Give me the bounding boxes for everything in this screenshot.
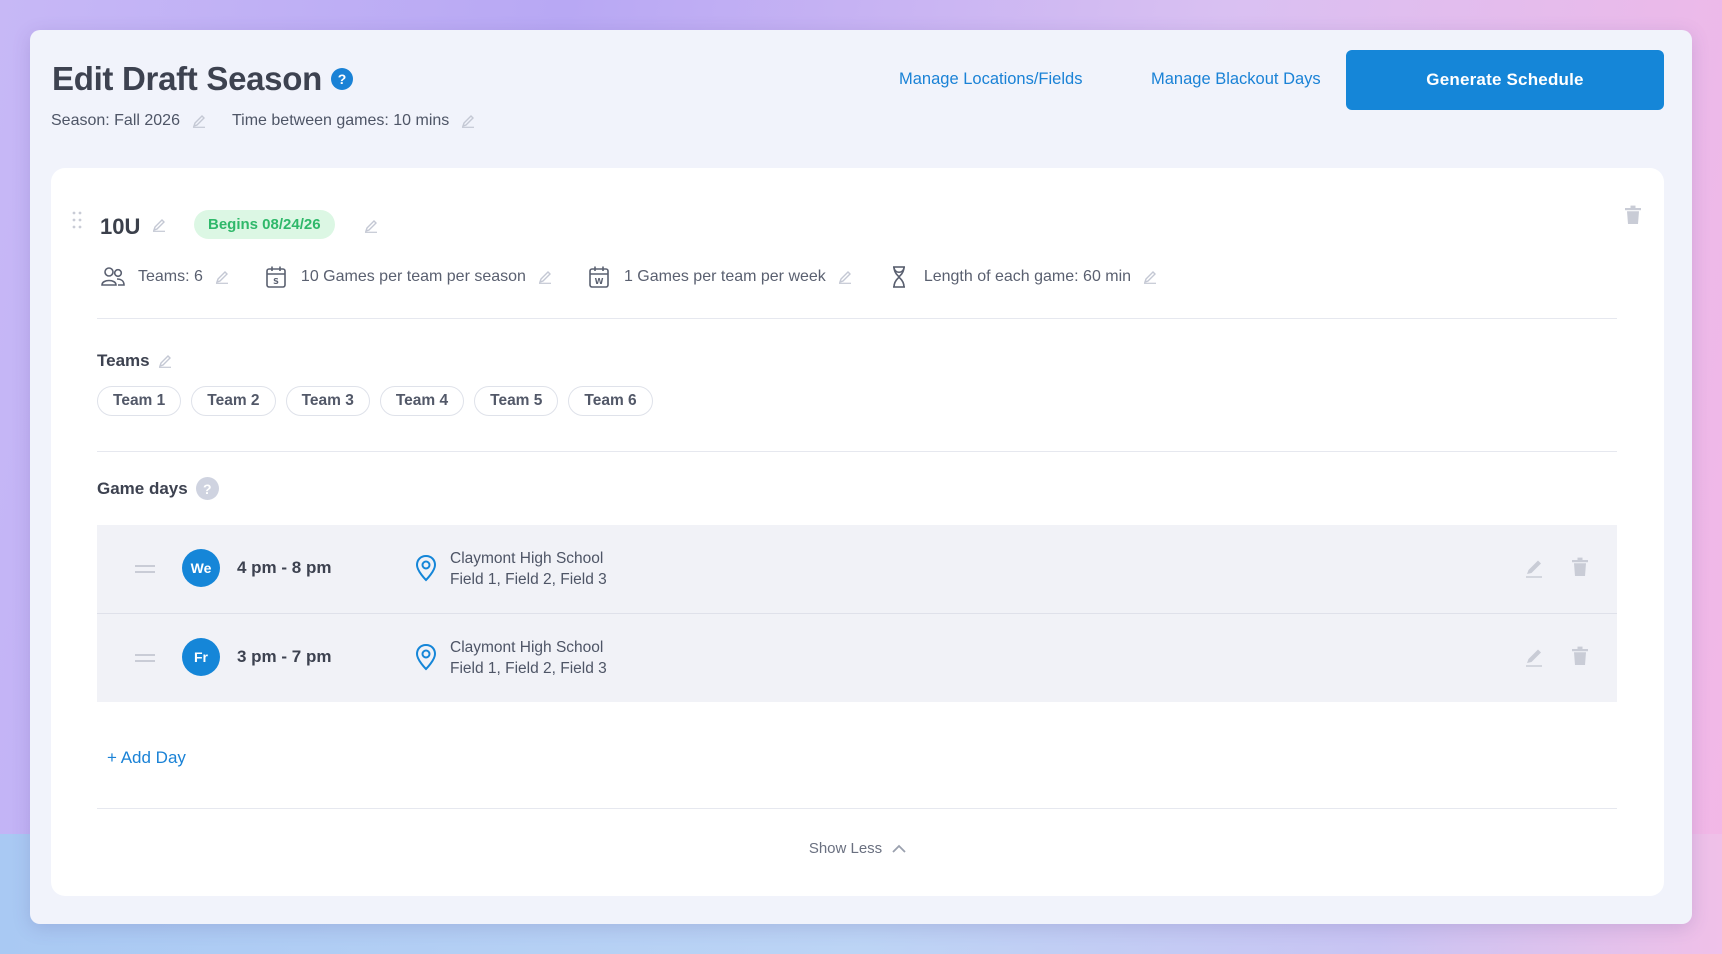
drag-handle-icon[interactable]: [135, 654, 155, 663]
team-chip[interactable]: Team 1: [97, 386, 182, 416]
game-length-stat: Length of each game: 60 min: [886, 264, 1157, 290]
show-less-toggle[interactable]: Show Less: [51, 840, 1664, 857]
calendar-season-icon: S: [263, 264, 289, 290]
game-days-help-icon[interactable]: ?: [195, 477, 219, 500]
divider: [97, 451, 1617, 452]
location-school: Claymont High School: [450, 550, 604, 567]
drag-handle-icon[interactable]: [135, 565, 155, 574]
teams-heading: Teams: [97, 351, 150, 370]
manage-locations-link[interactable]: Manage Locations/Fields: [899, 70, 1082, 89]
teams-count-label: Teams: 6: [138, 268, 203, 285]
team-chip[interactable]: Team 5: [474, 386, 559, 416]
svg-text:S: S: [273, 277, 279, 286]
delete-game-day-trash-icon[interactable]: [1571, 557, 1589, 577]
game-days-section-label: Game days ?: [97, 477, 219, 500]
generate-schedule-button[interactable]: Generate Schedule: [1346, 50, 1664, 110]
chevron-up-icon[interactable]: [892, 844, 906, 853]
game-length-label: Length of each game: 60 min: [923, 268, 1132, 285]
show-less-label[interactable]: Show Less: [809, 840, 882, 857]
edit-teams-count-pencil-icon[interactable]: [215, 270, 229, 284]
edit-game-day-pencil-icon[interactable]: [1524, 647, 1544, 667]
divider: [97, 318, 1617, 319]
game-day-row: We 4 pm - 8 pm Claymont High School Fiel…: [97, 525, 1617, 613]
time-between-label: Time between games: 10 mins: [231, 112, 450, 129]
team-chip[interactable]: Team 2: [191, 386, 276, 416]
day-of-week-badge: Fr: [182, 638, 220, 676]
begins-date-badge: Begins 08/24/26: [194, 210, 335, 239]
map-pin-icon: [415, 643, 437, 671]
games-per-season-stat: S 10 Games per team per season: [263, 264, 552, 290]
game-location: Claymont High School Field 1, Field 2, F…: [450, 637, 607, 679]
edit-division-pencil-icon[interactable]: [152, 218, 166, 232]
edit-season-window: Edit Draft Season ? Season: Fall 2026 Ti…: [30, 30, 1692, 924]
season-meta-row: Season: Fall 2026 Time between games: 10…: [51, 112, 475, 130]
calendar-week-icon: W: [586, 264, 612, 290]
teams-list: Team 1 Team 2 Team 3 Team 4 Team 5 Team …: [97, 386, 663, 416]
edit-season-pencil-icon[interactable]: [192, 114, 206, 128]
game-day-row: Fr 3 pm - 7 pm Claymont High School Fiel…: [97, 614, 1617, 702]
division-name: 10U: [100, 214, 141, 239]
game-time-range: 3 pm - 7 pm: [237, 647, 332, 666]
edit-time-between-pencil-icon[interactable]: [461, 114, 475, 128]
teams-count-stat: Teams: 6: [100, 264, 229, 290]
delete-game-day-trash-icon[interactable]: [1571, 646, 1589, 666]
location-fields: Field 1, Field 2, Field 3: [450, 571, 607, 588]
game-location: Claymont High School Field 1, Field 2, F…: [450, 548, 607, 590]
games-per-season-label: 10 Games per team per season: [300, 268, 526, 285]
teams-section-label: Teams: [97, 351, 172, 371]
location-school: Claymont High School: [450, 639, 604, 656]
title-row: Edit Draft Season ?: [52, 60, 353, 98]
season-label: Season: Fall 2026: [51, 112, 180, 129]
edit-game-length-pencil-icon[interactable]: [1143, 270, 1157, 284]
manage-blackout-days-link[interactable]: Manage Blackout Days: [1151, 70, 1321, 89]
team-chip[interactable]: Team 4: [379, 386, 465, 416]
hourglass-icon: [886, 264, 912, 290]
edit-game-day-pencil-icon[interactable]: [1524, 558, 1544, 578]
location-fields: Field 1, Field 2, Field 3: [450, 660, 607, 677]
team-chip[interactable]: Team 3: [285, 386, 370, 416]
edit-games-per-season-pencil-icon[interactable]: [538, 270, 552, 284]
svg-text:W: W: [595, 277, 604, 286]
edit-teams-pencil-icon[interactable]: [158, 354, 172, 368]
game-time-range: 4 pm - 8 pm: [237, 558, 332, 577]
edit-games-per-week-pencil-icon[interactable]: [838, 270, 852, 284]
day-of-week-badge: We: [182, 549, 220, 587]
drag-handle-icon[interactable]: [71, 210, 83, 230]
games-per-week-stat: W 1 Games per team per week: [586, 264, 852, 290]
add-day-link[interactable]: + Add Day: [107, 748, 186, 768]
help-icon[interactable]: ?: [330, 68, 353, 90]
divider: [97, 808, 1617, 809]
users-icon: [100, 264, 126, 290]
delete-division-trash-icon[interactable]: [1624, 205, 1642, 225]
division-card: 10U Begins 08/24/26 Teams: 6 S 10 Games …: [51, 168, 1664, 896]
team-chip[interactable]: Team 6: [568, 386, 653, 416]
edit-begins-date-pencil-icon[interactable]: [364, 219, 378, 233]
map-pin-icon: [415, 554, 437, 582]
games-per-week-label: 1 Games per team per week: [623, 268, 826, 285]
page-title: Edit Draft Season: [52, 60, 322, 97]
divider: [97, 613, 1617, 614]
division-stats-row: Teams: 6 S 10 Games per team per season …: [100, 264, 1191, 290]
game-days-heading: Game days: [97, 478, 188, 498]
